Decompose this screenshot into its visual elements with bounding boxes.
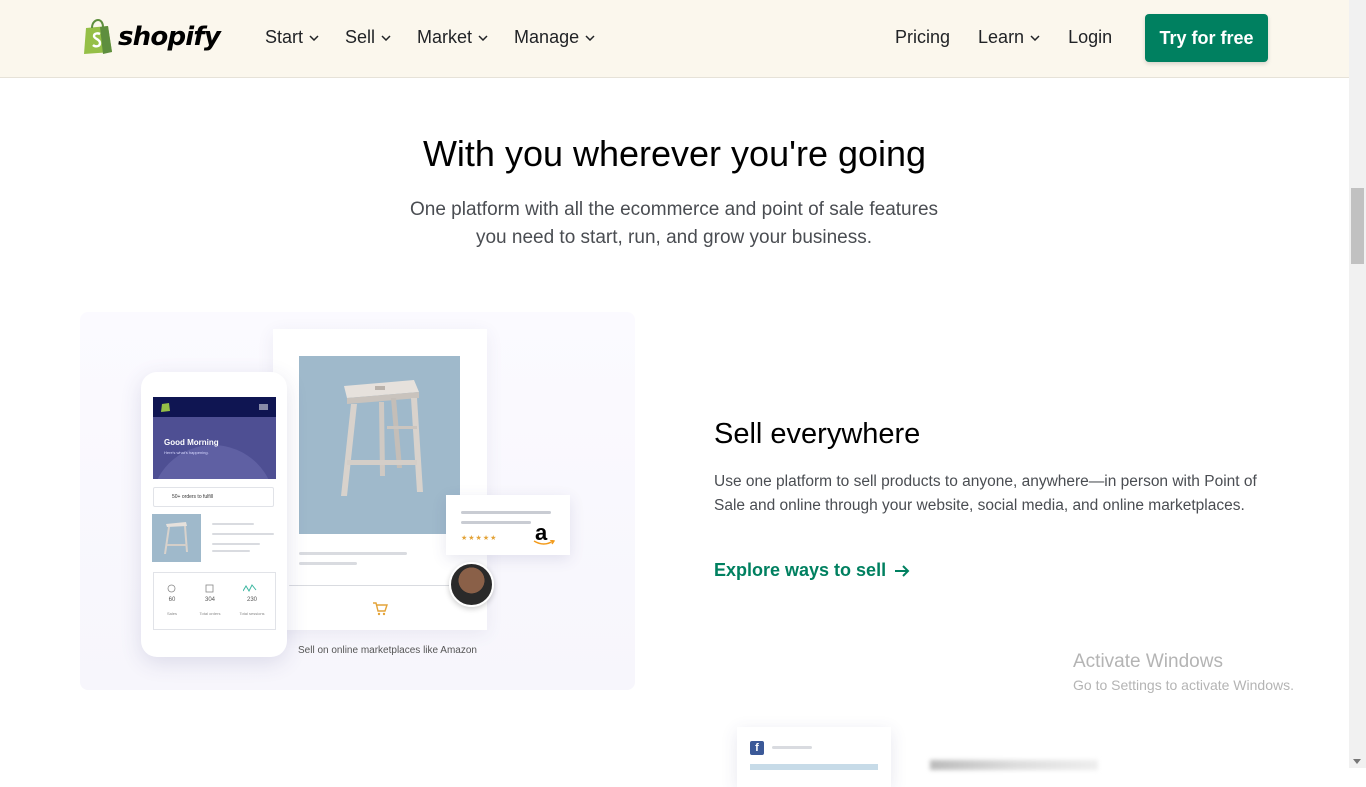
social-post-text-line bbox=[772, 746, 812, 749]
stat-orders-value: 304 bbox=[204, 597, 215, 603]
secondary-nav: Pricing Learn Login bbox=[895, 27, 1112, 48]
explore-link-label: Explore ways to sell bbox=[714, 560, 887, 580]
nav-market-label: Market bbox=[417, 27, 473, 47]
facebook-icon: f bbox=[750, 741, 764, 755]
activate-windows-subtitle: Go to Settings to activate Windows. bbox=[1073, 677, 1294, 693]
stat-orders-label: Total orders bbox=[199, 611, 221, 616]
greeting-text: Good Morning bbox=[164, 438, 219, 447]
shopify-bag-mini-icon bbox=[161, 403, 170, 412]
page-scrollbar[interactable] bbox=[1349, 0, 1366, 768]
section-subtitle-line-2: you need to start, run, and grow your bu… bbox=[475, 227, 873, 248]
illustration-caption: Sell on online marketplaces like Amazon bbox=[298, 645, 477, 656]
amazon-listing-card bbox=[446, 495, 570, 555]
stool-product-image bbox=[299, 356, 460, 534]
nav-login[interactable]: Login bbox=[1068, 27, 1112, 48]
stool-thumbnail bbox=[152, 514, 201, 562]
arrow-right-icon bbox=[895, 564, 910, 577]
stat-sessions-label: Total sessions bbox=[239, 611, 265, 616]
chevron-down-icon bbox=[478, 34, 488, 41]
amazon-smile-icon bbox=[533, 540, 555, 545]
site-header: shopify Start Sell Market Manage Pricing… bbox=[0, 0, 1349, 78]
social-post-card bbox=[737, 727, 891, 787]
nav-login-label: Login bbox=[1068, 27, 1113, 47]
thumbnail-text-line bbox=[212, 543, 260, 545]
feature-description: Use one platform to sell products to any… bbox=[714, 473, 1257, 514]
listing-text-line bbox=[461, 521, 531, 524]
orders-icon bbox=[205, 584, 214, 593]
nav-learn-label: Learn bbox=[978, 27, 1025, 47]
sales-icon bbox=[167, 584, 176, 593]
customer-avatar bbox=[449, 562, 494, 607]
brand-wordmark: shopify bbox=[118, 22, 221, 52]
stool-graphic bbox=[341, 380, 423, 496]
nav-sell-label: Sell bbox=[345, 27, 376, 47]
shopify-bag-icon bbox=[84, 19, 112, 54]
nav-sell[interactable]: Sell bbox=[345, 27, 391, 48]
orders-to-fulfill: 50+ orders to fulfill bbox=[153, 487, 274, 507]
menu-icon bbox=[259, 404, 268, 410]
scroll-down-icon[interactable] bbox=[1353, 759, 1361, 764]
activate-windows-title: Activate Windows bbox=[1073, 651, 1223, 672]
section-subtitle-line-1: One platform with all the ecommerce and … bbox=[409, 199, 939, 220]
thumbnail-text-line bbox=[212, 523, 254, 525]
try-for-free-button[interactable]: Try for free bbox=[1145, 14, 1268, 62]
main-nav: Start Sell Market Manage bbox=[265, 27, 595, 48]
product-title-placeholder bbox=[299, 552, 407, 555]
stat-sessions-value: 230 bbox=[246, 597, 257, 603]
explore-ways-to-sell-link[interactable]: Explore ways to sell bbox=[714, 560, 910, 581]
nav-start[interactable]: Start bbox=[265, 27, 319, 48]
nav-start-label: Start bbox=[265, 27, 304, 47]
chevron-down-icon bbox=[309, 34, 319, 41]
cart-icon bbox=[373, 602, 388, 616]
thumbnail-text-line bbox=[212, 533, 274, 535]
listing-text-line bbox=[461, 511, 551, 514]
product-price-placeholder bbox=[299, 562, 357, 565]
scrollbar-thumb[interactable] bbox=[1351, 188, 1364, 264]
section-title: With you wherever you're going bbox=[422, 133, 927, 174]
nav-manage-label: Manage bbox=[514, 27, 580, 47]
nav-market[interactable]: Market bbox=[417, 27, 488, 48]
nav-learn[interactable]: Learn bbox=[978, 27, 1040, 48]
phone-app-bar bbox=[153, 397, 276, 417]
rating-stars: ★★★★★ bbox=[461, 535, 498, 542]
stool-thumbnail-graphic bbox=[164, 522, 188, 554]
section-subtitle: One platform with all the ecommerce and … bbox=[384, 196, 964, 252]
nav-pricing-label: Pricing bbox=[895, 27, 951, 47]
thumbnail-text-line bbox=[212, 550, 250, 552]
chevron-down-icon bbox=[381, 34, 391, 41]
greeting-subtext: Here's what's happening. bbox=[164, 450, 209, 455]
social-post-image bbox=[750, 764, 878, 770]
nav-pricing[interactable]: Pricing bbox=[895, 27, 950, 48]
nav-manage[interactable]: Manage bbox=[514, 27, 595, 48]
chevron-down-icon bbox=[1030, 34, 1040, 41]
phone-dashboard-header: Good Morning Here's what's happening. bbox=[153, 397, 276, 479]
sessions-icon bbox=[243, 584, 257, 593]
stat-sales-label: Sales bbox=[166, 611, 177, 616]
chevron-down-icon bbox=[585, 34, 595, 41]
blurred-illustration bbox=[930, 760, 1098, 770]
feature-title: Sell everywhere bbox=[714, 418, 921, 450]
shopify-logo[interactable]: shopify bbox=[82, 19, 221, 55]
card-divider bbox=[289, 585, 471, 586]
stat-sales-value: 60 bbox=[168, 597, 176, 603]
phone-stats-panel: 60 Sales 304 Total orders 230 Total sess… bbox=[153, 572, 276, 630]
